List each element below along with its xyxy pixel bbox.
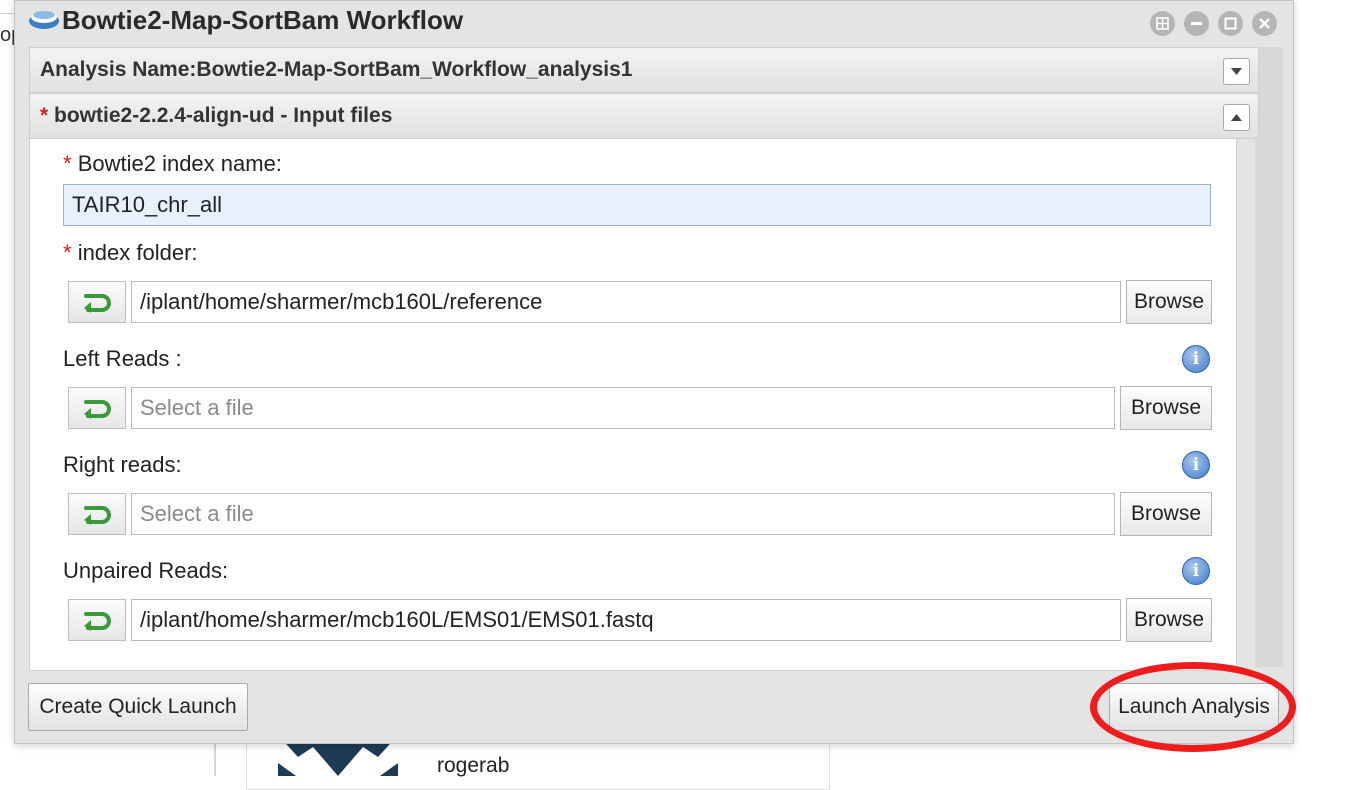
maximize-window-button[interactable] [1218,11,1243,36]
restore-window-button[interactable] [1150,11,1175,36]
left-reads-label: Left Reads : [63,346,182,371]
left-reads-info-icon[interactable]: i [1182,345,1210,373]
index-folder-input[interactable]: /iplant/home/sharmer/mcb160L/reference [131,281,1121,323]
annotation-highlight-circle [1090,662,1296,752]
analysis-name-title: Analysis Name:Bowtie2-Map-SortBam_Workfl… [40,58,632,82]
required-marker: * [63,240,72,265]
unpaired-reads-browse-button[interactable]: Browse [1126,598,1212,642]
green-arrow-icon [84,506,111,525]
maximize-icon [1224,17,1237,30]
required-marker: * [40,104,49,127]
dialog-titlebar[interactable]: Bowtie2-Map-SortBam Workflow [15,1,1293,47]
create-quick-launch-button[interactable]: Create Quick Launch [28,683,248,731]
collapse-section-button[interactable] [1223,104,1250,131]
green-arrow-icon [84,400,111,419]
close-icon [1259,18,1270,29]
analysis-name-section-header[interactable]: Analysis Name:Bowtie2-Map-SortBam_Workfl… [29,47,1259,93]
index-folder-reset-button[interactable] [68,281,126,323]
index-name-label: * Bowtie2 index name: [63,151,282,177]
input-files-form: * Bowtie2 index name: TAIR10_chr_all * i… [29,139,1237,671]
unpaired-reads-label: Unpaired Reads: [63,558,229,583]
unpaired-reads-reset-button[interactable] [68,599,126,641]
minimize-icon [1191,22,1202,25]
index-folder-browse-button[interactable]: Browse [1126,280,1212,324]
right-reads-browse-button[interactable]: Browse [1120,492,1212,536]
input-files-title-text: bowtie2-2.2.4-align-ud - Input files [54,104,393,127]
chevron-down-icon [1231,68,1242,75]
analysis-name-value: Bowtie2-Map-SortBam_Workflow_analysis1 [196,58,633,81]
scrollbar-track[interactable] [1255,47,1283,667]
unpaired-reads-input[interactable]: /iplant/home/sharmer/mcb160L/EMS01/EMS01… [131,599,1121,641]
close-window-button[interactable] [1252,11,1277,36]
app-logo-icon [29,11,59,29]
restore-icon [1156,17,1169,30]
workflow-dialog: Bowtie2-Map-SortBam Workflow Analysis Na… [14,0,1294,744]
green-arrow-icon [84,612,111,631]
left-reads-reset-button[interactable] [68,387,126,429]
right-reads-reset-button[interactable] [68,493,126,535]
right-reads-input[interactable]: Select a file [131,493,1115,535]
minimize-window-button[interactable] [1184,11,1209,36]
chevron-up-icon [1231,114,1242,121]
index-folder-label-text: index folder: [77,240,198,265]
right-reads-label: Right reads: [63,452,182,477]
required-marker: * [63,151,72,176]
left-reads-input[interactable]: Select a file [131,387,1115,429]
analysis-name-label: Analysis Name: [40,58,197,81]
green-arrow-icon [84,294,111,313]
index-folder-label: * index folder: [63,240,198,266]
index-name-input[interactable]: TAIR10_chr_all [63,184,1211,226]
background-user-name: rogerab [437,754,510,777]
right-reads-info-icon[interactable]: i [1182,451,1210,479]
left-reads-browse-button[interactable]: Browse [1120,386,1212,430]
window-controls [1150,11,1277,36]
input-files-title: * bowtie2-2.2.4-align-ud - Input files [40,104,392,128]
index-name-label-text: Bowtie2 index name: [77,151,282,176]
input-files-section-header[interactable]: * bowtie2-2.2.4-align-ud - Input files [29,93,1259,139]
expand-section-button[interactable] [1223,58,1250,85]
dialog-title: Bowtie2-Map-SortBam Workflow [62,5,464,35]
unpaired-reads-info-icon[interactable]: i [1182,557,1210,585]
